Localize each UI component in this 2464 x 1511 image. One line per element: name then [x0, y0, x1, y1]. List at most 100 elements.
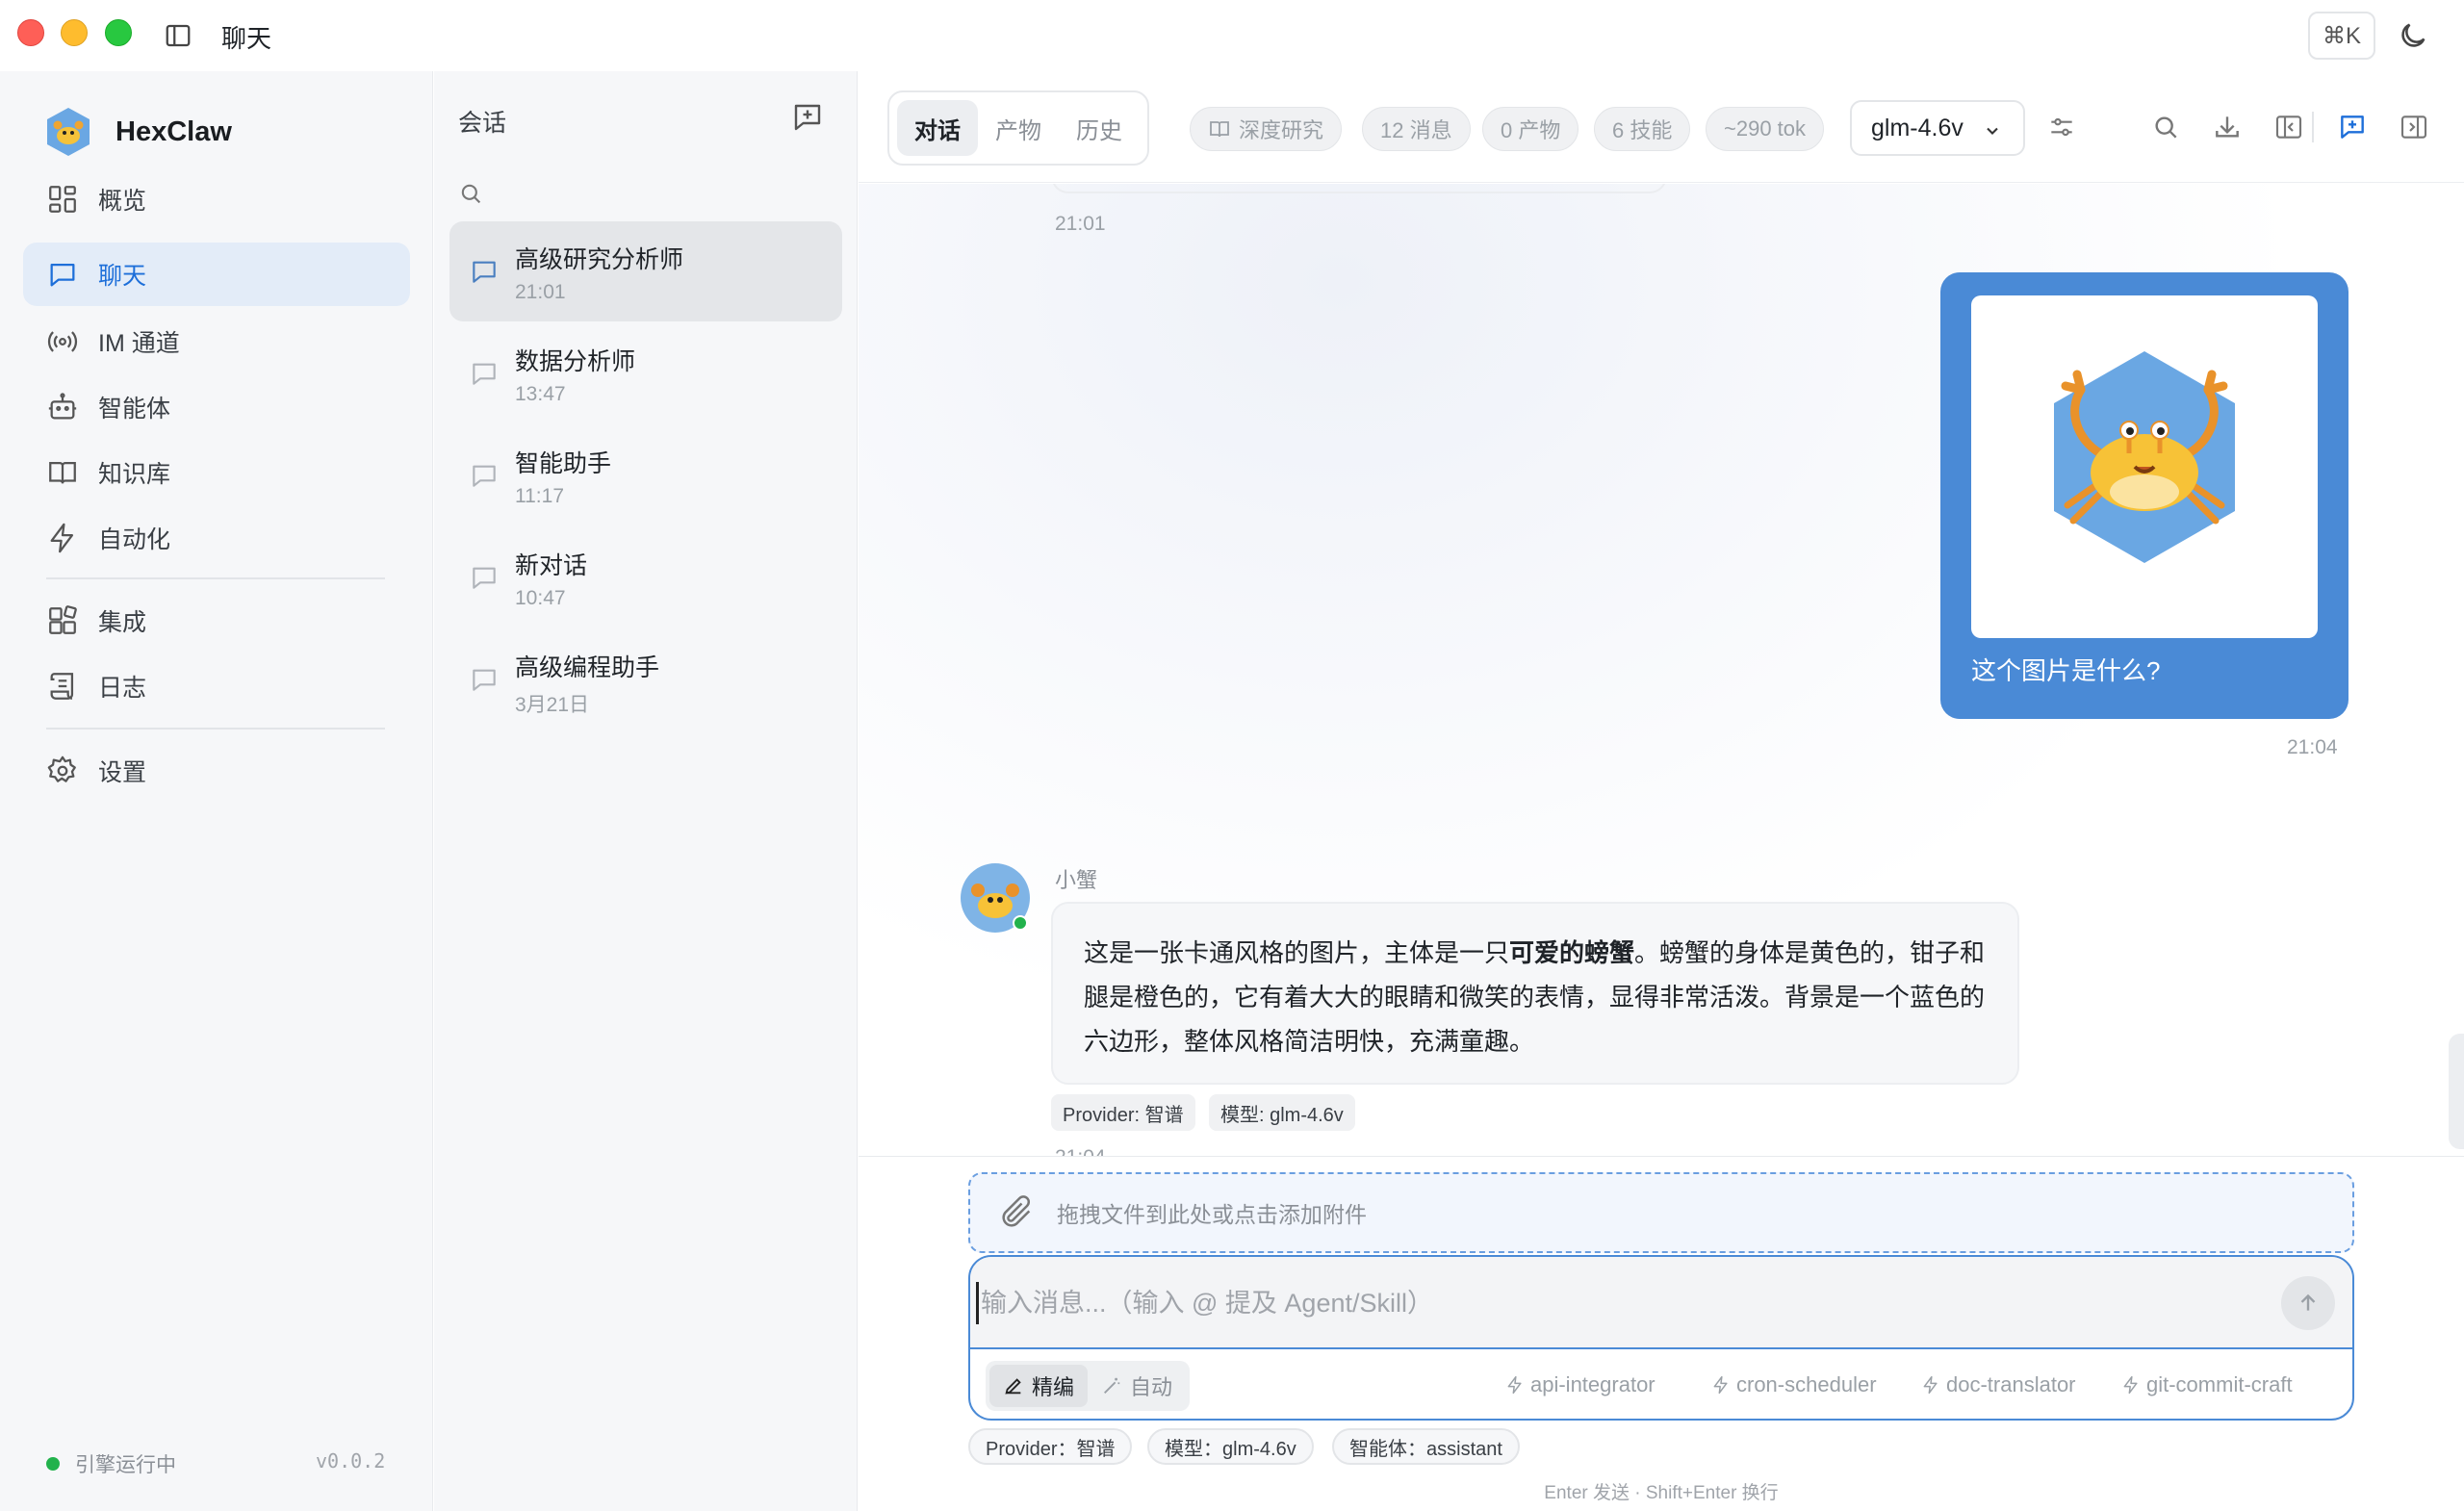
message-list[interactable]: 21:01 这个图片是什么? 21:04 小蟹 这是一张卡通风格的图片，主体是一… [859, 184, 2464, 1158]
nav-divider [46, 728, 385, 730]
nav-label: 聊天 [98, 263, 147, 290]
chat-bubble-icon [473, 363, 496, 385]
provider-chip[interactable]: Provider：智谱 [968, 1428, 1133, 1465]
session-name: 数据分析师 [515, 348, 636, 375]
scroll-handle[interactable] [2449, 1034, 2464, 1149]
chat-bubble-icon [473, 465, 496, 487]
session-item[interactable]: 智能助手 11:17 [449, 425, 842, 525]
session-item[interactable]: 高级研究分析师 21:01 [449, 221, 842, 321]
mode-toggle: 精编 自动 [986, 1361, 1191, 1411]
lightning-icon [1923, 1375, 1938, 1395]
bot-name: 小蟹 [1055, 868, 1098, 892]
skill-chip-git-commit-craft[interactable]: git-commit-craft [2121, 1372, 2293, 1397]
sessions-panel: 会话 高级研究分析师 21:01 数据分析师 13:47 智能助手 11:17 … [434, 71, 858, 1511]
model-chip[interactable]: 模型：glm-4.6v [1147, 1428, 1314, 1465]
online-status-dot [1013, 915, 1028, 931]
nav-settings[interactable]: 设置 [23, 739, 410, 803]
provider-chip: Provider: 智谱 [1051, 1094, 1195, 1131]
session-time: 21:01 [515, 281, 566, 303]
mode-label: 精编 [1032, 1375, 1075, 1399]
nav-agents[interactable]: 智能体 [23, 375, 410, 439]
skill-chip-doc-translator[interactable]: doc-translator [1921, 1372, 2076, 1397]
session-item[interactable]: 数据分析师 13:47 [449, 323, 842, 423]
token-count-badge: ~290 tok [1706, 107, 1825, 151]
tab-history[interactable]: 历史 [1059, 100, 1140, 156]
session-time: 3月21日 [515, 694, 590, 716]
nav-label: 集成 [98, 609, 147, 636]
title-bar: 聊天 ⌘K [0, 0, 2464, 71]
panel-collapse-icon[interactable] [2273, 112, 2304, 142]
toolbar-divider [2312, 112, 2314, 142]
assistant-text-part: 这是一张卡通风格的图片，主体是一只 [1084, 938, 1510, 967]
nav-chat[interactable]: 聊天 [23, 243, 410, 306]
search-icon[interactable] [2150, 112, 2181, 142]
nav-overview[interactable]: 概览 [23, 167, 410, 231]
nav-integrations[interactable]: 集成 [23, 589, 410, 653]
window-title: 聊天 [221, 24, 272, 53]
brand[interactable]: HexClaw [44, 106, 232, 158]
send-button[interactable] [2281, 1276, 2335, 1330]
new-chat-icon[interactable] [790, 100, 825, 135]
session-search[interactable] [457, 175, 823, 212]
crab-image [2054, 351, 2235, 563]
session-item[interactable]: 高级编程助手 3月21日 [449, 629, 842, 730]
lightning-icon [1713, 1375, 1728, 1395]
session-name: 智能助手 [515, 450, 612, 477]
lightning-icon [1507, 1375, 1522, 1395]
agent-chip[interactable]: 智能体：assistant [1332, 1428, 1520, 1465]
engine-status: 引擎运行中 [46, 1449, 176, 1478]
message-time: 21:01 [1055, 213, 1106, 235]
chat-bubble-icon [473, 567, 496, 589]
skill-chip-cron-scheduler[interactable]: cron-scheduler [1711, 1372, 1877, 1397]
scroll-icon [50, 673, 74, 700]
mode-label: 自动 [1130, 1375, 1173, 1399]
attachment-dropzone[interactable]: 拖拽文件到此处或点击添加附件 [968, 1172, 2354, 1253]
sliders-icon[interactable] [2046, 112, 2077, 142]
message-composer: 精编 自动 api-integrator cron-scheduler doc-… [968, 1255, 2354, 1421]
view-tabs: 对话 产物 历史 [887, 90, 1149, 166]
moon-icon[interactable] [2397, 19, 2429, 52]
previous-message-bubble [1051, 184, 1667, 193]
session-item[interactable]: 新对话 10:47 [449, 527, 842, 627]
mode-refine-button[interactable]: 精编 [989, 1365, 1089, 1407]
nav-label: 设置 [98, 759, 147, 786]
zoom-window-button[interactable] [105, 19, 132, 46]
session-name: 新对话 [515, 552, 588, 579]
close-window-button[interactable] [17, 19, 44, 46]
nav-label: IM 通道 [98, 330, 180, 357]
keyboard-hint-text: Enter 发送 · Shift+Enter 换行 [1544, 1483, 1779, 1503]
session-search-input[interactable] [494, 181, 802, 206]
broadcast-icon [47, 331, 78, 352]
nav-logs[interactable]: 日志 [23, 654, 410, 718]
message-input[interactable] [976, 1282, 2227, 1324]
model-select[interactable]: glm-4.6v [1850, 100, 2025, 156]
attached-image[interactable] [1971, 295, 2318, 638]
right-panel-icon[interactable] [2399, 112, 2429, 142]
skill-chip-api-integrator[interactable]: api-integrator [1505, 1372, 1656, 1397]
new-chat-icon[interactable] [2337, 112, 2368, 142]
user-message-text: 这个图片是什么? [1971, 656, 2161, 685]
nav-im-channel[interactable]: IM 通道 [23, 310, 410, 373]
mode-auto-button[interactable]: 自动 [1088, 1365, 1186, 1407]
sidebar-toggle-icon[interactable] [164, 21, 192, 50]
pencil-icon [1005, 1378, 1021, 1395]
artifact-count-badge: 0 产物 [1482, 107, 1579, 151]
nav-label: 概览 [98, 188, 147, 215]
tab-artifacts[interactable]: 产物 [978, 100, 1059, 156]
command-palette-button[interactable]: ⌘K [2308, 12, 2375, 60]
nav-knowledge[interactable]: 知识库 [23, 441, 410, 504]
user-message-bubble: 这个图片是什么? [1940, 272, 2348, 719]
lightning-icon [50, 523, 74, 553]
nav-automation[interactable]: 自动化 [23, 506, 410, 570]
deep-research-label: 深度研究 [1239, 118, 1324, 142]
deep-research-toggle[interactable]: 深度研究 [1190, 107, 1343, 151]
minimize-window-button[interactable] [61, 19, 88, 46]
dropzone-label: 拖拽文件到此处或点击添加附件 [1057, 1202, 1367, 1227]
magic-wand-icon [1104, 1377, 1120, 1394]
model-chip: 模型: glm-4.6v [1209, 1094, 1355, 1131]
download-icon[interactable] [2212, 112, 2243, 142]
dashboard-icon [49, 186, 76, 213]
chat-main: 对话 产物 历史 深度研究 12 消息 0 产物 6 技能 ~290 tok g… [859, 71, 2464, 1511]
tab-chat[interactable]: 对话 [897, 100, 978, 156]
brand-name: HexClaw [116, 115, 232, 147]
